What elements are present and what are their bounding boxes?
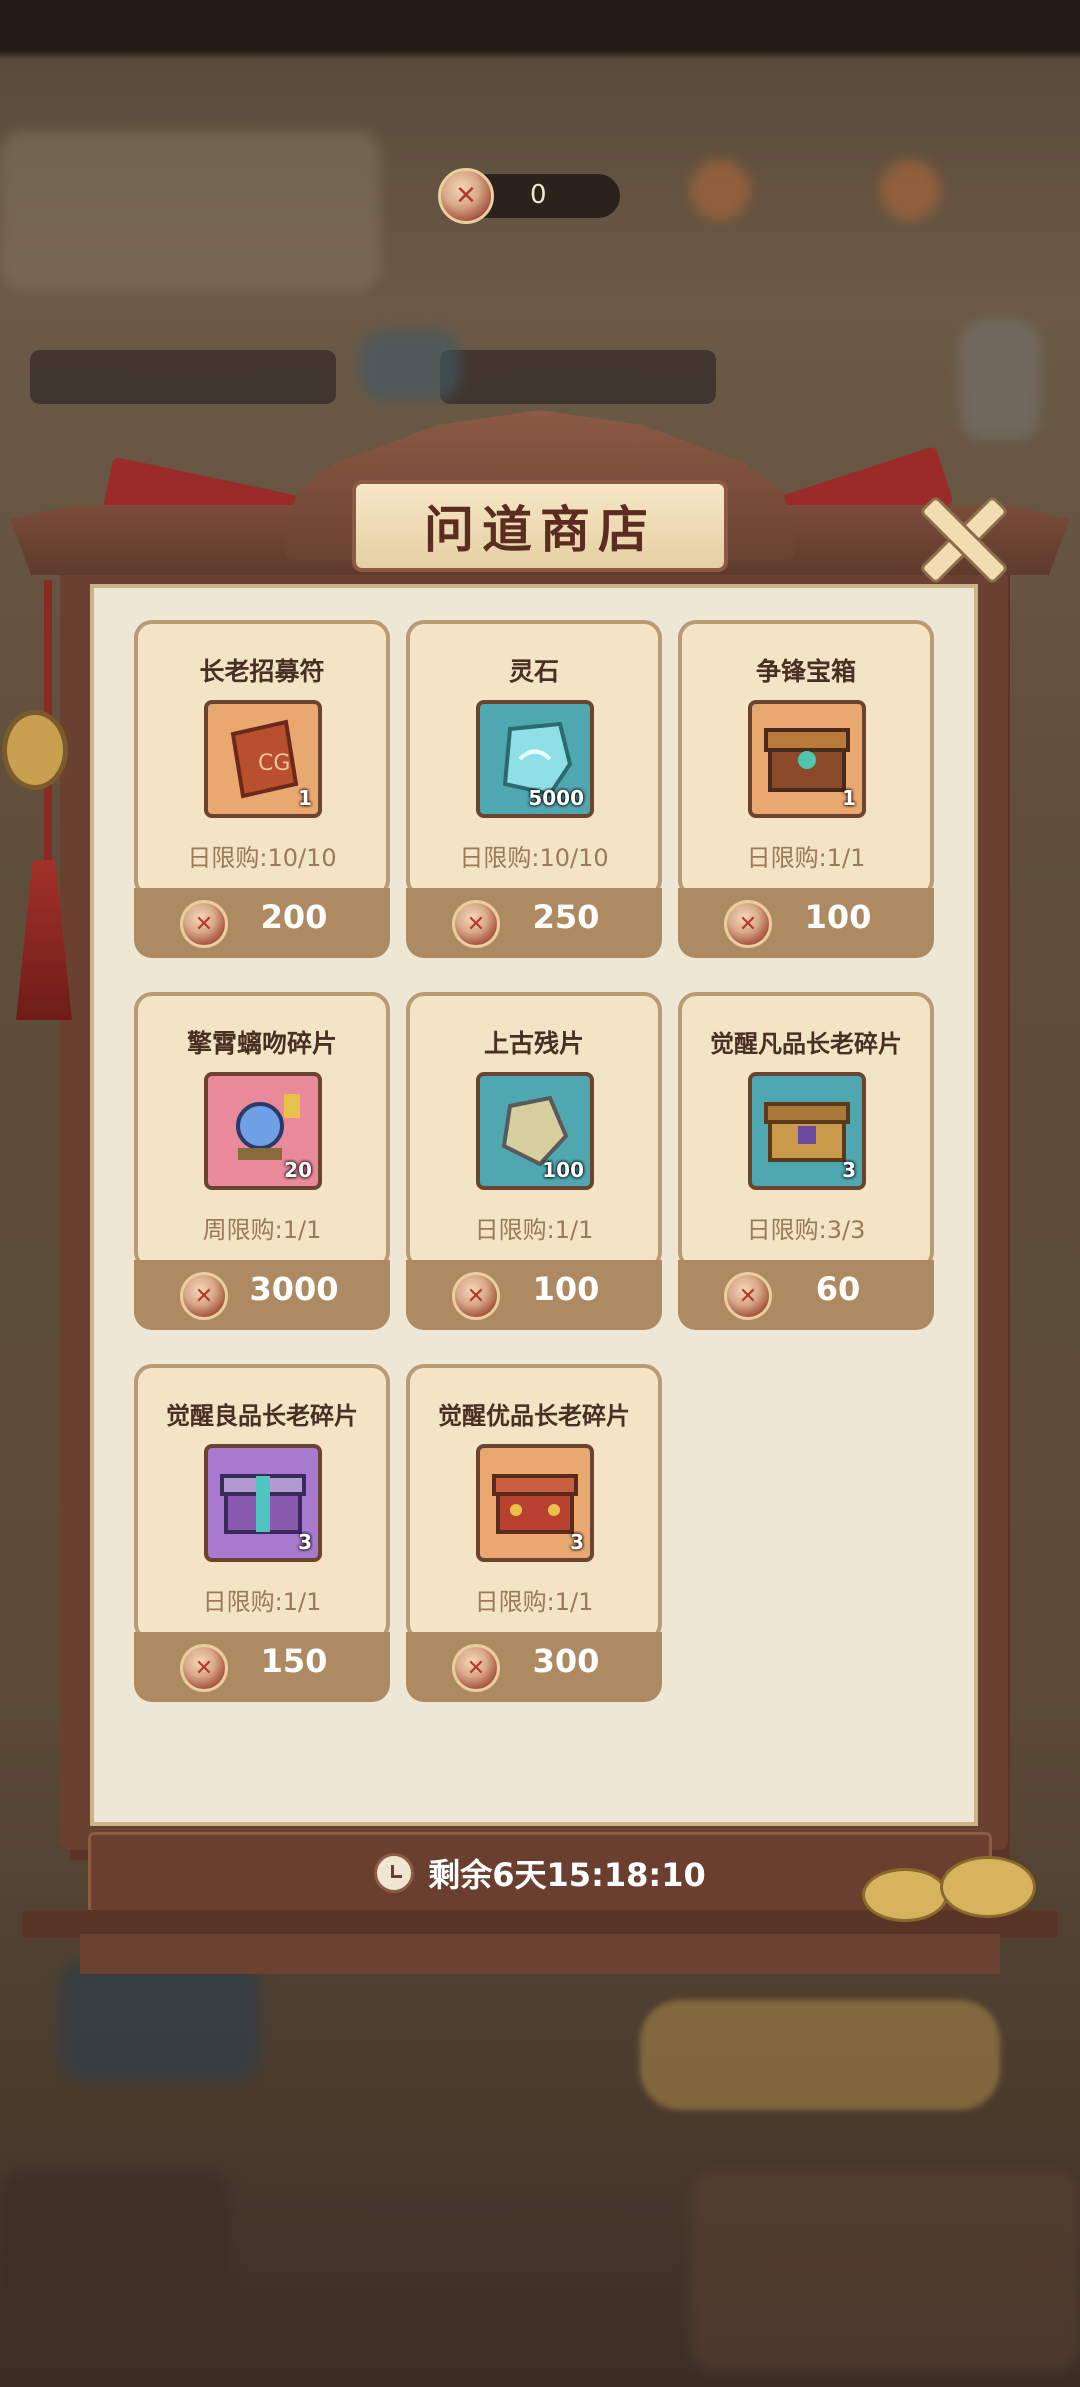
item-name: 灵石 bbox=[508, 657, 559, 686]
item-quantity: 3 bbox=[298, 1530, 312, 1554]
item-name: 擎霄螭吻碎片 bbox=[186, 1029, 337, 1058]
crossed-swords-coin-icon: ✕ bbox=[724, 1272, 772, 1320]
item-name: 觉醒优品长老碎片 bbox=[438, 1402, 630, 1430]
crossed-swords-coin-icon: ✕ bbox=[438, 168, 494, 224]
bg-blur-shape bbox=[880, 160, 940, 220]
price-bar: ✕ 150 bbox=[134, 1632, 390, 1702]
shop-title-plate: 问道商店 bbox=[352, 480, 728, 572]
price-bar: ✕ 250 bbox=[406, 888, 662, 958]
item-price: 3000 bbox=[249, 1270, 339, 1308]
currency-display: ✕ 0 bbox=[438, 168, 620, 224]
bg-blur-shape bbox=[0, 2170, 230, 2350]
bg-blur-shape bbox=[960, 320, 1040, 440]
bg-blur-shape bbox=[640, 2000, 1000, 2110]
purchase-limit: 日限购:10/10 bbox=[459, 844, 609, 872]
tassel-coin-icon bbox=[2, 710, 68, 790]
crossed-swords-coin-icon: ✕ bbox=[180, 1272, 228, 1320]
gold-ingot-icon bbox=[940, 1856, 1036, 1918]
crossed-swords-coin-icon: ✕ bbox=[180, 1644, 228, 1692]
crossed-swords-coin-icon: ✕ bbox=[452, 1644, 500, 1692]
shop-item-card[interactable]: 灵石 5000 日限购:10/10 ✕ 250 bbox=[406, 620, 662, 958]
bg-blur-shape bbox=[690, 2170, 1080, 2370]
card-body: 争锋宝箱 1 日限购:1/1 bbox=[678, 620, 934, 898]
card-body: 灵石 5000 日限购:10/10 bbox=[406, 620, 662, 898]
price-bar: ✕ 300 bbox=[406, 1632, 662, 1702]
item-price: 200 bbox=[260, 898, 328, 936]
timer-text: 剩余6天15:18:10 bbox=[428, 1856, 706, 1894]
price-bar: ✕ 3000 bbox=[134, 1260, 390, 1330]
item-quantity: 3 bbox=[842, 1158, 856, 1182]
shop-item-card[interactable]: 争锋宝箱 1 日限购:1/1 ✕ 100 bbox=[678, 620, 934, 958]
price-bar: ✕ 100 bbox=[406, 1260, 662, 1330]
purchase-limit: 日限购:1/1 bbox=[474, 1588, 594, 1616]
panel-base-lower bbox=[80, 1934, 1000, 1974]
item-price: 60 bbox=[815, 1270, 861, 1308]
purchase-limit: 周限购:1/1 bbox=[202, 1216, 322, 1244]
card-body: 觉醒良品长老碎片 3 日限购:1/1 bbox=[134, 1364, 390, 1642]
price-bar: ✕ 100 bbox=[678, 888, 934, 958]
currency-value: 0 bbox=[530, 180, 547, 210]
item-quantity: 100 bbox=[542, 1158, 584, 1182]
purchase-limit: 日限购:1/1 bbox=[746, 844, 866, 872]
item-quantity: 1 bbox=[842, 786, 856, 810]
card-body: 上古残片 100 日限购:1/1 bbox=[406, 992, 662, 1270]
item-name: 争锋宝箱 bbox=[755, 657, 856, 686]
item-price: 150 bbox=[260, 1642, 328, 1680]
item-price: 100 bbox=[804, 898, 872, 936]
bg-blur-shape bbox=[60, 1960, 260, 2080]
item-quantity: 3 bbox=[570, 1530, 584, 1554]
shop-item-card[interactable]: 觉醒良品长老碎片 3 日限购:1/1 ✕ 150 bbox=[134, 1364, 390, 1702]
bg-blur-shape bbox=[440, 350, 716, 404]
item-price: 250 bbox=[532, 898, 600, 936]
shop-item-card[interactable]: 觉醒优品长老碎片 3 日限购:1/1 ✕ 300 bbox=[406, 1364, 662, 1702]
purchase-limit: 日限购:1/1 bbox=[202, 1588, 322, 1616]
card-body: 觉醒优品长老碎片 3 日限购:1/1 bbox=[406, 1364, 662, 1642]
ancient-fragment-icon: 100 bbox=[476, 1072, 594, 1190]
item-name: 长老招募符 bbox=[199, 657, 325, 686]
item-quantity: 20 bbox=[284, 1158, 312, 1182]
recruit-talisman-icon: CG 1 bbox=[204, 700, 322, 818]
clock-icon bbox=[374, 1853, 415, 1893]
card-body: 觉醒凡品长老碎片 3 日限购:3/3 bbox=[678, 992, 934, 1270]
item-price: 300 bbox=[532, 1642, 600, 1680]
bg-blur-shape bbox=[360, 330, 460, 400]
dragon-shard-icon: 20 bbox=[204, 1072, 322, 1190]
card-body: 擎霄螭吻碎片 20 周限购:1/1 bbox=[134, 992, 390, 1270]
price-bar: ✕ 200 bbox=[134, 888, 390, 958]
purchase-limit: 日限购:3/3 bbox=[746, 1216, 866, 1244]
treasure-chest-icon: 1 bbox=[748, 700, 866, 818]
svg-text:CG: CG bbox=[258, 751, 290, 776]
excellent-elder-chest-icon: 3 bbox=[476, 1444, 594, 1562]
crossed-swords-coin-icon: ✕ bbox=[724, 900, 772, 948]
bg-blur-shape bbox=[690, 160, 750, 220]
shop-item-card[interactable]: 上古残片 100 日限购:1/1 ✕ 100 bbox=[406, 992, 662, 1330]
shop-item-card[interactable]: 觉醒凡品长老碎片 3 日限购:3/3 ✕ 60 bbox=[678, 992, 934, 1330]
purchase-limit: 日限购:10/10 bbox=[187, 844, 337, 872]
spirit-stone-icon: 5000 bbox=[476, 700, 594, 818]
item-price: 100 bbox=[532, 1270, 600, 1308]
crossed-swords-coin-icon: ✕ bbox=[452, 900, 500, 948]
bg-blur-shape bbox=[30, 350, 336, 404]
card-body: 长老招募符 CG 1 日限购:10/10 bbox=[134, 620, 390, 898]
shop-title: 问道商店 bbox=[424, 500, 656, 559]
item-name: 觉醒凡品长老碎片 bbox=[710, 1030, 902, 1058]
common-elder-chest-icon: 3 bbox=[748, 1072, 866, 1190]
item-name: 上古残片 bbox=[483, 1029, 584, 1058]
purchase-limit: 日限购:1/1 bbox=[474, 1216, 594, 1244]
crossed-swords-coin-icon: ✕ bbox=[452, 1272, 500, 1320]
close-button[interactable] bbox=[916, 492, 1010, 586]
item-quantity: 5000 bbox=[528, 786, 584, 810]
crossed-swords-coin-icon: ✕ bbox=[180, 900, 228, 948]
good-elder-chest-icon: 3 bbox=[204, 1444, 322, 1562]
price-bar: ✕ 60 bbox=[678, 1260, 934, 1330]
shop-item-card[interactable]: 擎霄螭吻碎片 20 周限购:1/1 ✕ 3000 bbox=[134, 992, 390, 1330]
gold-ingot-icon bbox=[862, 1868, 948, 1922]
item-name: 觉醒良品长老碎片 bbox=[166, 1402, 358, 1430]
shop-item-card[interactable]: 长老招募符 CG 1 日限购:10/10 ✕ 200 bbox=[134, 620, 390, 958]
bg-blur-shape bbox=[0, 130, 380, 290]
item-quantity: 1 bbox=[298, 786, 312, 810]
shop-refresh-timer: 剩余6天15:18:10 bbox=[88, 1832, 992, 1914]
